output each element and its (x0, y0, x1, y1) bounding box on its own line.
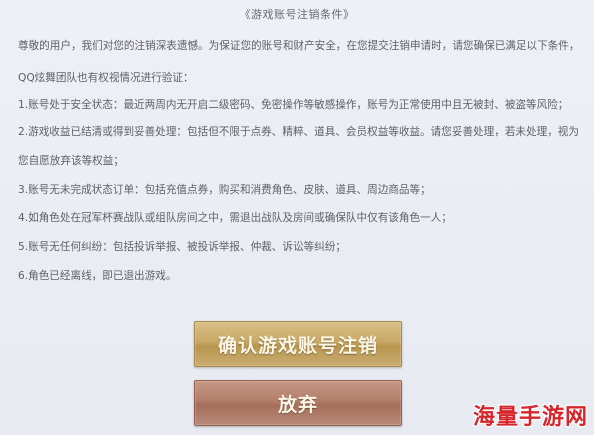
abandon-button[interactable]: 放弃 (194, 380, 402, 426)
condition-2: 2.游戏收益已结清或得到妥善处理：包括但不限于点券、精粹、道具、会员权益等收益。… (18, 126, 579, 138)
page-title: 《游戏账号注销条件》 (239, 8, 355, 21)
site-watermark: 海量手游网 (472, 405, 588, 430)
condition-5: 5.账号无任何纠纷：包括投诉举报、被投诉举报、仲裁、诉讼等纠纷； (18, 241, 346, 253)
cancellation-page: 《游戏账号注销条件》 尊敬的用户，我们对您的注销深表遗憾。为保证您的账号和财产安… (0, 0, 594, 435)
condition-1: 1.账号处于安全状态：最近两周内无开启二级密码、免密操作等敏感操作，账号为正常使… (18, 99, 569, 111)
condition-2-continued: 您自愿放弃该等权益； (18, 155, 124, 167)
intro-text: 尊敬的用户，我们对您的注销深表遗憾。为保证您的账号和财产安全，在您提交注销申请时… (18, 40, 580, 52)
condition-6: 6.角色已经离线，即已退出游戏。 (18, 270, 177, 282)
condition-3: 3.账号无未完成状态订单：包括充值点券，购买和消费角色、皮肤、道具、周边商品等； (18, 184, 431, 196)
confirm-cancellation-button[interactable]: 确认游戏账号注销 (194, 321, 402, 367)
condition-4: 4.如角色处在冠军杯赛战队或组队房间之中，需退出战队及房间或确保队中仅有该角色一… (18, 212, 452, 224)
verification-note: QQ炫舞团队也有权视情况进行验证： (18, 72, 194, 84)
